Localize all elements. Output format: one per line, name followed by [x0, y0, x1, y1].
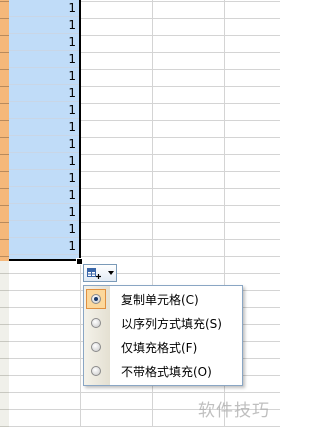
cell-value[interactable]: 1: [9, 170, 79, 187]
watermark: 软件技巧: [198, 401, 270, 421]
cell-value[interactable]: 1: [9, 85, 79, 102]
spreadsheet-grid[interactable]: 1 1 1 1 1 1 1 1 1 1 1 1 1 1 1 复制单元格(C) 以…: [0, 0, 280, 427]
radio-icon: [91, 318, 101, 328]
selected-range[interactable]: 1 1 1 1 1 1 1 1 1 1 1 1 1 1 1: [9, 0, 81, 261]
auto-fill-options-menu: 复制单元格(C) 以序列方式填充(S) 仅填充格式(F) 不带格式填充(O): [83, 285, 243, 386]
cell-value[interactable]: 1: [9, 136, 79, 153]
cell-value[interactable]: 1: [9, 238, 79, 255]
menu-item-fill-formatting-only[interactable]: 仅填充格式(F): [84, 336, 242, 360]
menu-item-fill-without-formatting[interactable]: 不带格式填充(O): [84, 360, 242, 384]
paste-options-icon: [87, 268, 101, 279]
cell-value[interactable]: 1: [9, 17, 79, 34]
radio-icon: [91, 342, 101, 352]
cell-value[interactable]: 1: [9, 68, 79, 85]
cell-value[interactable]: 1: [9, 119, 79, 136]
menu-item-label: 复制单元格(C): [121, 293, 199, 307]
cell-value[interactable]: 1: [9, 0, 79, 17]
cell-value[interactable]: 1: [9, 187, 79, 204]
dropdown-arrow-icon: [108, 271, 114, 275]
radio-selected-icon: [91, 294, 101, 304]
menu-item-copy-cells[interactable]: 复制单元格(C): [84, 288, 242, 312]
radio-icon: [91, 366, 101, 376]
row-headers[interactable]: [0, 0, 9, 427]
cell-value[interactable]: 1: [9, 153, 79, 170]
cell-value[interactable]: 1: [9, 51, 79, 68]
cell-value[interactable]: 1: [9, 221, 79, 238]
menu-item-label: 不带格式填充(O): [121, 365, 212, 379]
menu-item-label: 仅填充格式(F): [121, 341, 198, 355]
cell-value[interactable]: 1: [9, 204, 79, 221]
cell-value[interactable]: 1: [9, 102, 79, 119]
menu-item-fill-series[interactable]: 以序列方式填充(S): [84, 312, 242, 336]
row-headers-selected[interactable]: [0, 0, 9, 261]
cell-value[interactable]: 1: [9, 34, 79, 51]
auto-fill-options-button[interactable]: [83, 264, 117, 282]
menu-item-label: 以序列方式填充(S): [121, 317, 222, 331]
fill-handle[interactable]: [76, 258, 83, 265]
